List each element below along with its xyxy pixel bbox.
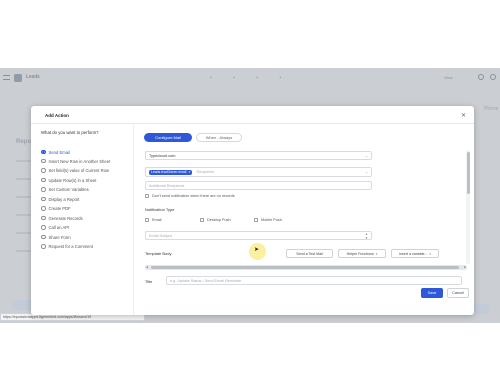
radio-icon[interactable] [41,215,46,221]
radio-icon[interactable] [41,168,46,173]
modal-header: Add Action ✕ [31,106,474,124]
radio-icon[interactable] [41,158,46,164]
action-option-display-report[interactable]: Display a Report [41,195,79,203]
remove-chip-icon[interactable]: × [188,170,190,174]
dont-send-checkbox-row[interactable]: Don't send notification when there are n… [145,194,235,198]
insert-variable-label: Insert a variable... [398,252,428,256]
notification-email-option[interactable]: Email [145,218,162,222]
notification-option-label: Mobile Push [261,218,282,222]
title-label: Title [145,279,153,284]
action-option-update-rows[interactable]: Update Row(s) in a Sheet [41,176,96,184]
tab-configure-mail[interactable]: Configure Mail [144,133,192,142]
action-option-insert-row[interactable]: Insert New Row in Another Sheet [41,157,110,165]
scrollbar-thumb[interactable] [151,266,459,269]
template-body-label: Template Body [145,251,172,256]
mouse-pointer-icon: ➤ [254,247,260,253]
helper-functions-button[interactable]: Helper Functions ▾ [338,249,386,258]
scroll-right-icon[interactable]: ▸ [464,265,466,270]
action-option-share-form[interactable]: Share Form [41,233,71,241]
radio-icon[interactable] [41,187,46,192]
checkbox[interactable] [145,218,149,222]
action-label: Set Custom Variables [48,187,89,192]
action-label: Update Row(s) in a Sheet [48,177,97,183]
save-button[interactable]: Save [421,288,443,298]
action-label: Insert New Row in Another Sheet [48,158,111,164]
dont-send-label: Don't send notification when there are n… [152,194,235,198]
action-label: Request for a Comment [48,244,93,249]
radio-icon[interactable] [41,225,46,230]
cancel-button[interactable]: Cancel [447,288,469,298]
notification-type-label: Notification Type [145,207,175,212]
notification-option-label: Email [152,218,162,222]
tab-when-always[interactable]: When - Always [196,133,242,142]
recipient-chip-label: Leads.leadOwner.email [151,169,187,174]
chevron-down-icon[interactable]: ⌄ [365,152,368,159]
action-option-create-pdf[interactable]: Create PDF [41,205,71,213]
notification-mobile-option[interactable]: Mobile Push [254,218,282,222]
chevron-down-icon[interactable]: ⌄ [365,168,368,176]
additional-recipients-placeholder: Additional Recipients [149,184,185,188]
insert-variable-button[interactable]: Insert a variable... ▾ [391,249,439,258]
radio-icon[interactable] [41,206,46,211]
action-option-custom-variables[interactable]: Set Custom Variables [41,186,89,194]
notification-option-label: Desktop Push [207,218,231,222]
action-label: Share Form [48,234,71,240]
modal-title: Add Action [45,113,69,118]
radio-icon[interactable] [41,244,46,249]
action-label: Send Email [48,149,70,155]
screen: Leads ▪ ▪ ▪ ▪ View Repo Phone https://ep… [0,0,500,375]
action-label: Display a Report [48,196,80,202]
action-label: Create PDF [48,206,71,211]
action-option-request-comment[interactable]: Request for a Comment [41,243,93,251]
column-divider [133,124,134,315]
action-option-send-email[interactable]: Send Email [41,148,70,156]
action-label: Generate Records [48,215,83,221]
checkbox[interactable] [254,218,258,222]
from-field[interactable]: Typecircuit.com ⌄ [145,151,372,160]
scrollbar-thumb[interactable] [466,152,470,194]
title-input[interactable]: e.g. Update Status / Send Email Reminder [166,276,462,285]
checkbox[interactable] [200,218,204,222]
radio-icon[interactable] [41,196,46,202]
close-icon[interactable]: ✕ [461,112,466,119]
action-option-set-field[interactable]: Set field(s) value of Current Row [41,167,109,175]
action-option-generate-records[interactable]: Generate Records [41,214,83,222]
from-value: Typecircuit.com [149,154,176,158]
action-option-call-api[interactable]: Call an API [41,224,69,232]
action-question: What do you want to perform? [41,130,99,135]
radio-icon[interactable] [41,234,46,240]
additional-recipients-field[interactable]: Additional Recipients [145,181,372,190]
radio-icon[interactable] [41,177,46,183]
action-label: Set field(s) value of Current Row [48,168,110,173]
scroll-left-icon[interactable]: ◂ [146,265,148,270]
radio-selected-icon[interactable] [41,149,46,155]
send-test-mail-button[interactable]: Send a Test Mail [286,249,333,258]
horizontal-scrollbar[interactable]: ◂ ▸ [145,265,467,270]
checkbox[interactable] [145,194,149,198]
email-subject-field[interactable]: Email Subject ▲ ▼ [145,231,372,240]
title-placeholder: e.g. Update Status / Send Email Reminder [170,279,242,283]
notification-desktop-option[interactable]: Desktop Push [200,218,231,222]
vertical-scrollbar[interactable] [466,150,470,264]
action-label: Call an API [48,225,70,230]
recipient-chip[interactable]: Leads.leadOwner.email × [149,169,193,175]
chevron-down-icon: ▾ [375,252,378,256]
chevron-down-icon: ▾ [429,252,432,256]
recipients-placeholder: Recipients [196,170,215,174]
recipients-field[interactable]: Leads.leadOwner.email × Recipients ⌄ [145,167,372,177]
helper-functions-label: Helper Functions [346,252,374,256]
email-subject-placeholder: Email Subject [149,234,173,238]
stepper-icon[interactable]: ▲ ▼ [365,232,368,239]
